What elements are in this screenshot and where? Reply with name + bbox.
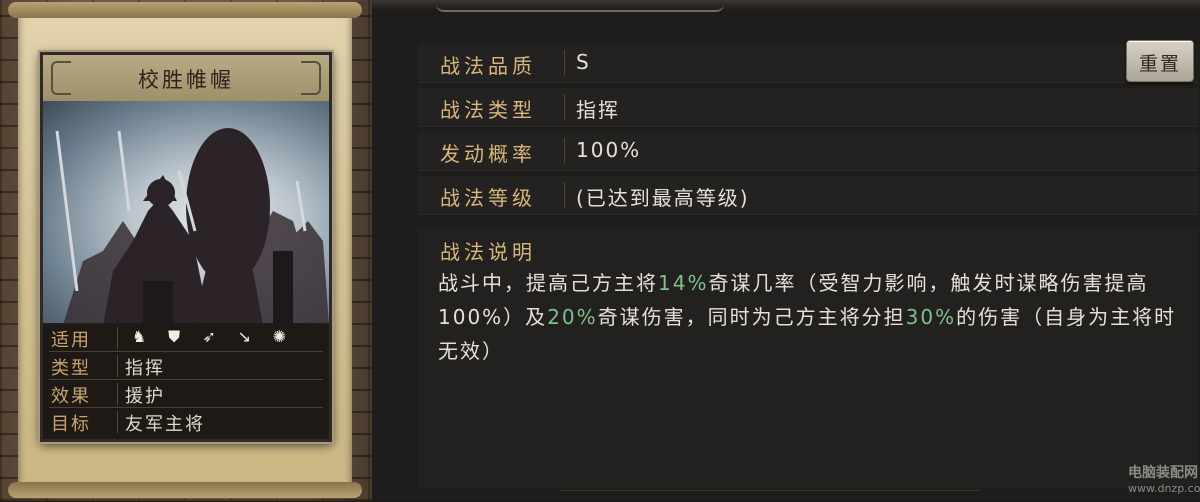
detail-row-probability: 发动概率 100%: [418, 132, 1198, 171]
description-box: 战法说明 战斗中，提高己方主将14%奇谋几率（受智力影响，触发时谋略伤害提高10…: [418, 228, 1198, 488]
description-part: 奇谋伤害，同时为己方主将分担: [597, 305, 906, 329]
card-row-divider: [117, 327, 118, 349]
card-row-value: 友军主将: [125, 414, 205, 435]
detail-label: 战法品质: [440, 54, 536, 78]
description-highlight: 14%: [658, 271, 709, 295]
detail-row-level: 战法等级 (已达到最高等级): [418, 176, 1198, 215]
description-title: 战法说明: [440, 240, 536, 264]
reset-button[interactable]: 重置: [1126, 40, 1194, 82]
detail-divider: [564, 182, 565, 208]
watermark-url: www.dnzp.com: [1128, 482, 1200, 495]
description-text: 战斗中，提高己方主将14%奇谋几率（受智力影响，触发时谋略伤害提高100%）及2…: [438, 266, 1178, 368]
card-row-applicable: 适用 ♞ ⛊ ➶ ↘ ✺: [49, 325, 323, 352]
card-row-type: 类型 指挥: [49, 353, 323, 380]
card-row-label: 效果: [51, 386, 91, 407]
card-title: 校胜帷幄: [138, 68, 234, 92]
bow-icon: ➶: [202, 327, 216, 346]
card-row-divider: [117, 411, 118, 433]
spear-icon: ↘: [237, 327, 251, 346]
card-artwork: [43, 101, 329, 325]
watermark-title: 电脑装配网: [1128, 465, 1198, 481]
top-ornament: [436, 0, 724, 12]
description-highlight: 30%: [905, 305, 957, 329]
card-info-panel: 适用 ♞ ⛊ ➶ ↘ ✺ 类型 指挥 效果 援护 目标 友军主将: [43, 323, 329, 439]
detail-divider: [564, 94, 565, 120]
description-highlight: 20%: [547, 305, 598, 329]
card-row-target: 目标 友军主将: [49, 409, 323, 435]
description-part: 战斗中，提高己方主将: [438, 271, 658, 295]
siege-wheel-icon: ✺: [272, 327, 287, 346]
card-row-label: 类型: [51, 358, 91, 379]
soldiers-silhouette: [55, 128, 329, 325]
card-row-value: 指挥: [125, 358, 165, 379]
detail-value: S: [576, 50, 591, 74]
card-row-label: 适用: [51, 330, 91, 351]
unit-icons: ♞ ⛊ ➶ ↘ ✺: [129, 327, 299, 347]
card-row-divider: [117, 383, 118, 405]
reset-button-label: 重置: [1138, 53, 1181, 75]
tactic-card[interactable]: 校胜帷幄 适用 ♞ ⛊ ➶ ↘ ✺ 类型 指挥 效果 援护 目标 友军主将: [40, 52, 332, 442]
cavalry-icon: ♞: [131, 327, 147, 346]
card-row-effect: 效果 援护: [49, 381, 323, 408]
detail-label: 战法类型: [440, 98, 536, 122]
card-row-divider: [117, 355, 118, 377]
card-row-label: 目标: [51, 414, 91, 435]
detail-divider: [564, 138, 565, 164]
shield-icon: ⛊: [168, 327, 181, 346]
detail-row-quality: 战法品质 S: [418, 44, 1198, 83]
watermark: 电脑装配网 www.dnzp.com: [1128, 462, 1200, 495]
detail-value: (已达到最高等级): [576, 186, 750, 210]
detail-label: 战法等级: [440, 186, 536, 210]
bottom-ornament: [560, 490, 980, 502]
card-title-bar: 校胜帷幄: [43, 55, 329, 103]
detail-value: 100%: [576, 138, 642, 162]
detail-label: 发动概率: [440, 142, 536, 166]
card-row-value: 援护: [125, 386, 165, 407]
detail-value: 指挥: [576, 98, 620, 122]
detail-divider: [564, 50, 565, 76]
detail-row-type: 战法类型 指挥: [418, 88, 1198, 127]
